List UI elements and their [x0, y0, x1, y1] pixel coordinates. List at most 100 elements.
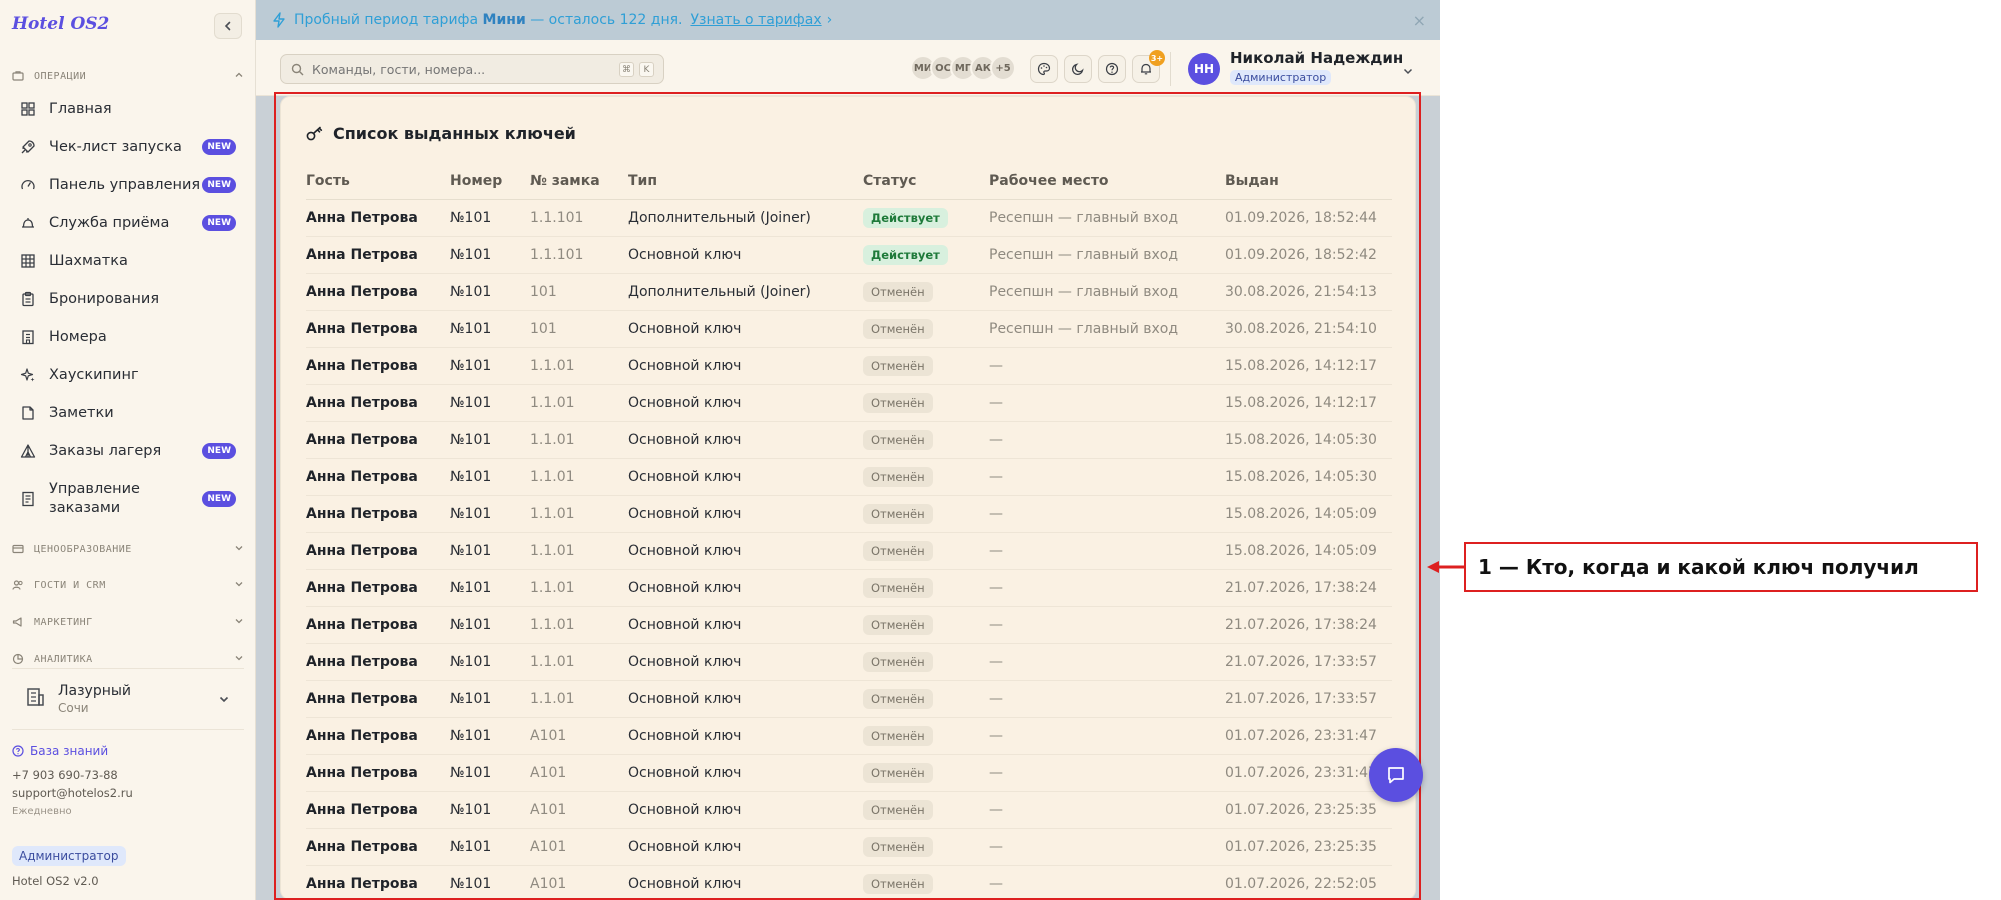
sidebar-item-label: Управление заказами [49, 481, 140, 516]
sidebar-item[interactable]: Номера [12, 321, 244, 353]
annotation-callout: 1 — Кто, когда и какой ключ получил [1464, 542, 1978, 592]
header-divider [1170, 52, 1171, 86]
sidebar-item[interactable]: Управление заказами NEW [12, 473, 244, 525]
tent-icon [19, 442, 37, 460]
sidebar-item[interactable]: Главная [12, 93, 244, 125]
new-badge: NEW [202, 443, 236, 459]
chevron-right-icon: › [826, 12, 833, 28]
sidebar-item[interactable]: Бронирования [12, 283, 244, 315]
sidebar-item-label: Бронирования [49, 290, 160, 307]
banner-text-before: Пробный период тарифа [294, 12, 479, 28]
sidebar-item[interactable]: Шахматка [12, 245, 244, 277]
sidebar-item-label: Главная [49, 100, 112, 117]
dark-mode-button[interactable] [1064, 55, 1092, 83]
chevron-down-icon [234, 543, 244, 556]
section-operations-header[interactable]: ОПЕРАЦИИ [12, 67, 244, 85]
section-marketing-header[interactable]: МАРКЕТИНГ [12, 613, 244, 631]
section-analytics-header[interactable]: АНАЛИТИКА [12, 650, 244, 668]
sidebar-item[interactable]: Чек-лист запуска NEW [12, 131, 244, 163]
kbd-command: ⌘ [619, 62, 634, 77]
banner-plan-name: Мини [482, 12, 526, 28]
help-circle-icon [12, 745, 24, 757]
chat-bubble-icon [1388, 767, 1404, 784]
sidebar-item[interactable]: Заметки [12, 397, 244, 429]
user-name[interactable]: Николай Надеждин [1230, 49, 1403, 67]
help-button[interactable] [1098, 55, 1126, 83]
hotel-building-icon [24, 686, 46, 712]
chevron-down-icon[interactable] [1402, 62, 1414, 81]
hotel-switcher[interactable]: Лазурный Сочи [12, 668, 244, 730]
callout-arrow-icon [1427, 561, 1465, 573]
sidebar-item-label: Номера [49, 328, 107, 345]
sidebar-item[interactable]: Заказы лагеря NEW [12, 435, 244, 467]
app-version: Hotel OS2 v2.0 [12, 874, 99, 888]
section-guests-crm-label: ГОСТИ И CRM [34, 579, 106, 591]
section-analytics-label: АНАЛИТИКА [34, 653, 93, 665]
card-icon [12, 542, 26, 556]
search-input[interactable] [312, 61, 612, 77]
app-logo[interactable]: Hotel OS2 [12, 14, 109, 34]
megaphone-icon [12, 615, 26, 629]
support-phone[interactable]: +7 903 690-73-88 [12, 768, 118, 782]
hotel-name: Лазурный [58, 683, 132, 699]
sidebar-item[interactable]: Панель управления NEW [12, 169, 244, 201]
new-badge: NEW [202, 491, 236, 507]
table-icon [19, 252, 37, 270]
hotel-city: Сочи [58, 701, 89, 715]
notifications-button[interactable]: 3+ [1132, 50, 1165, 83]
new-badge: NEW [202, 139, 236, 155]
banner-text-after: — осталось 122 дня. [530, 12, 683, 28]
new-badge: NEW [202, 177, 236, 193]
note-icon [19, 404, 37, 422]
support-hours: Ежедневно [12, 806, 72, 817]
clipboard-icon [19, 290, 37, 308]
sparkle-icon [19, 366, 37, 384]
receipt-icon [19, 490, 37, 508]
grid-icon [19, 100, 37, 118]
chevron-up-icon [234, 70, 244, 83]
sidebar-collapse-button[interactable] [214, 13, 242, 39]
section-marketing-label: МАРКЕТИНГ [34, 616, 93, 628]
chevron-down-icon [234, 616, 244, 629]
question-icon [1105, 62, 1119, 76]
knowledge-base-link[interactable]: База знаний [12, 744, 108, 758]
banner-pricing-link[interactable]: Узнать о тарифах [690, 12, 821, 28]
sidebar-item-label: Панель управления [49, 176, 201, 193]
search-icon [291, 63, 304, 76]
annotation-highlight-box [274, 92, 1421, 900]
sidebar-item[interactable]: Служба приёма NEW [12, 207, 244, 239]
lightning-icon [272, 12, 286, 28]
section-guests-crm-header[interactable]: ГОСТИ И CRM [12, 576, 244, 594]
support-email[interactable]: support@hotelos2.ru [12, 786, 133, 800]
section-pricing-header[interactable]: ЦЕНООБРАЗОВАНИЕ [12, 540, 244, 558]
knowledge-base-label: База знаний [30, 744, 109, 758]
gauge-icon [19, 176, 37, 194]
top-header: ⌘ K МИ ОС МГ АК +5 3+ НН Николай Надежди… [256, 40, 1440, 96]
trial-banner: Пробный период тарифа Мини — осталось 12… [256, 0, 1440, 40]
chevron-down-icon [218, 690, 230, 709]
moon-icon [1071, 63, 1084, 76]
user-avatar[interactable]: НН [1188, 53, 1220, 85]
new-badge: NEW [202, 215, 236, 231]
chat-button[interactable] [1369, 748, 1423, 802]
avatar-more[interactable]: +5 [990, 55, 1016, 81]
sidebar-item-label: Заметки [49, 404, 114, 421]
sidebar-item-label: Чек-лист запуска [49, 138, 182, 155]
chevron-left-icon [224, 21, 231, 31]
theme-palette-button[interactable] [1030, 55, 1058, 83]
chevron-down-icon [234, 579, 244, 592]
sidebar-item-label: Хаускипинг [49, 366, 139, 383]
users-icon [12, 578, 26, 592]
sidebar-item[interactable]: Хаускипинг [12, 359, 244, 391]
section-pricing-label: ЦЕНООБРАЗОВАНИЕ [34, 543, 132, 555]
bell-icon [19, 214, 37, 232]
user-role-badge: Администратор [1230, 70, 1332, 85]
online-users[interactable]: МИ ОС МГ АК +5 [910, 55, 1016, 81]
banner-close-icon[interactable]: × [1413, 11, 1426, 30]
role-badge: Администратор [12, 846, 126, 866]
chevron-down-icon [234, 653, 244, 666]
briefcase-icon [12, 69, 26, 83]
command-search[interactable]: ⌘ K [280, 54, 664, 84]
sidebar-item-label: Служба приёма [49, 214, 170, 231]
sidebar-item-label: Заказы лагеря [49, 442, 162, 459]
